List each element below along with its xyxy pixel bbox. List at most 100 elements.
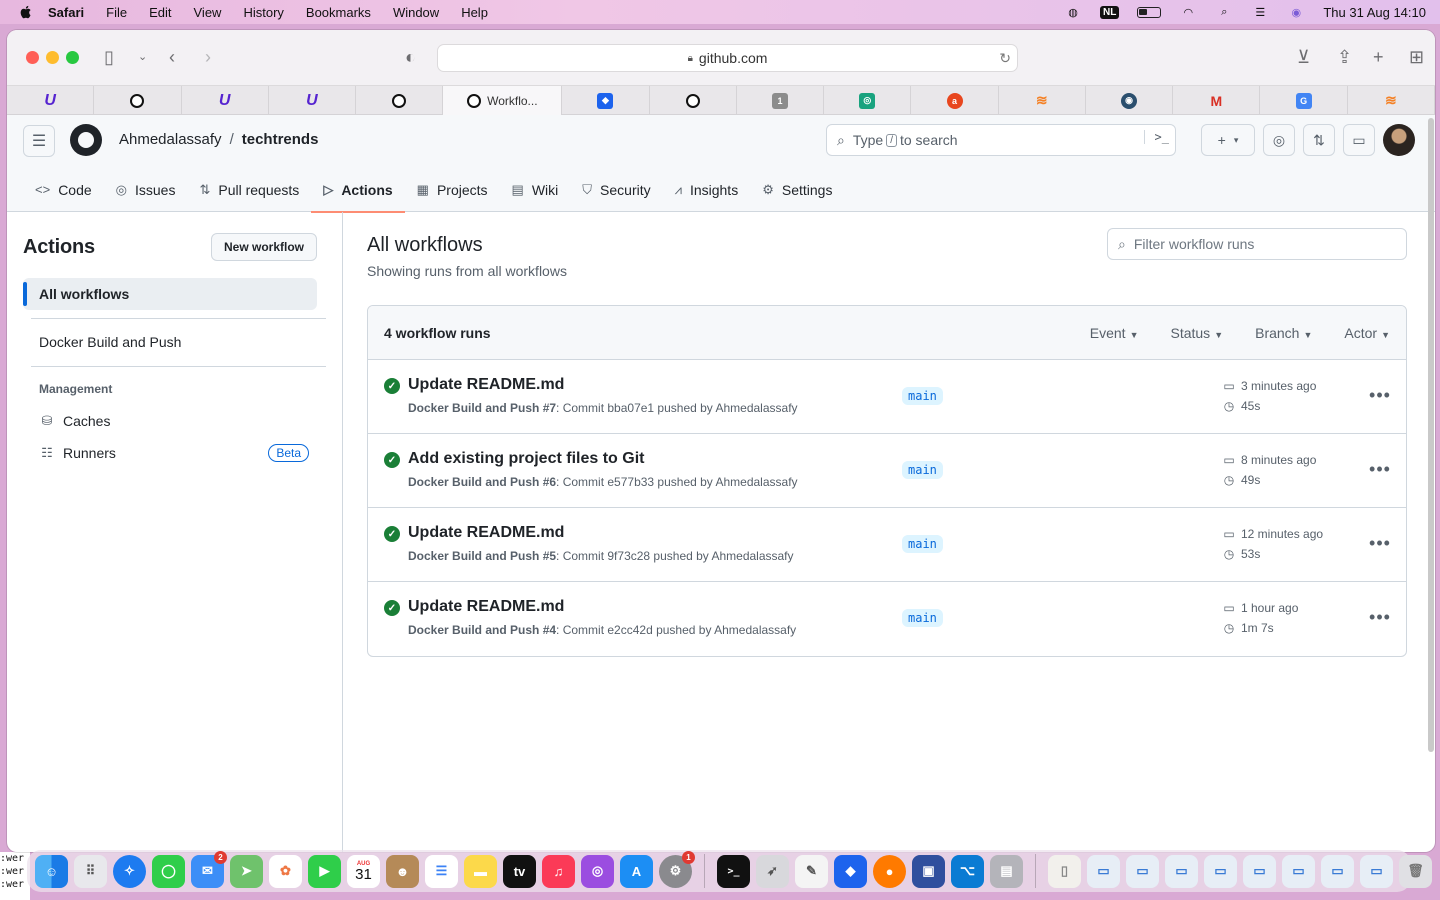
- podcasts-icon[interactable]: ◎: [581, 854, 614, 888]
- tab-projects[interactable]: ▦ Projects: [405, 167, 500, 212]
- tab-workflows-active[interactable]: Workflo...: [443, 86, 563, 115]
- minimize-window-button[interactable]: [46, 51, 59, 64]
- maps-icon[interactable]: ➤: [230, 854, 263, 888]
- vscode-icon[interactable]: ⌥: [951, 854, 984, 888]
- status-filter-dropdown[interactable]: Status ▼: [1170, 325, 1223, 341]
- preview-icon[interactable]: ▤: [990, 854, 1023, 888]
- battery-icon[interactable]: [1137, 6, 1162, 18]
- mail-icon[interactable]: ✉ 2: [191, 850, 227, 888]
- table-row[interactable]: ✓ Update README.md Docker Build and Push…: [368, 582, 1406, 656]
- command-palette-icon[interactable]: >_: [1143, 130, 1169, 144]
- table-row[interactable]: ✓ Update README.md Docker Build and Push…: [368, 508, 1406, 582]
- tab-chatgpt[interactable]: ◎: [824, 86, 912, 115]
- breadcrumb-owner[interactable]: Ahmedalassafy: [119, 131, 222, 148]
- branch-label[interactable]: main: [902, 461, 943, 479]
- finder-icon[interactable]: ☺: [35, 854, 68, 888]
- privacy-report-icon[interactable]: ◐: [405, 47, 416, 67]
- menu-history[interactable]: History: [243, 5, 283, 20]
- table-row[interactable]: ✓ Add existing project files to Git Dock…: [368, 434, 1406, 508]
- hamburger-menu-icon[interactable]: ☰: [23, 125, 55, 157]
- pull-requests-button[interactable]: ⇅: [1303, 124, 1335, 156]
- sidebar-item-runners[interactable]: ☷ Runners Beta: [23, 437, 317, 469]
- sidebar-toggle-icon[interactable]: ▯: [104, 47, 114, 67]
- tab-stackoverflow[interactable]: ≋: [999, 86, 1086, 115]
- page-scrollbar[interactable]: [1428, 118, 1434, 752]
- menu-view[interactable]: View: [194, 5, 222, 20]
- siri-icon[interactable]: ◉: [1287, 5, 1305, 19]
- kebab-menu-icon[interactable]: •••: [1368, 605, 1392, 629]
- branch-filter-dropdown[interactable]: Branch ▼: [1255, 325, 1312, 341]
- avatar[interactable]: [1383, 124, 1415, 156]
- menu-file[interactable]: File: [106, 5, 127, 20]
- tab-overview-icon[interactable]: ⊞: [1409, 47, 1424, 67]
- sidebar-item-all-workflows[interactable]: All workflows: [23, 278, 317, 310]
- tab-code[interactable]: <> Code: [23, 167, 104, 212]
- branch-label[interactable]: main: [902, 535, 943, 553]
- downloads-icon[interactable]: ⊻: [1297, 47, 1310, 67]
- apple-tv-icon[interactable]: tv: [503, 854, 536, 888]
- screen-time-icon[interactable]: ◍: [1064, 5, 1082, 19]
- virtualbox-icon[interactable]: ▣: [912, 854, 945, 888]
- trash-icon[interactable]: 🗑︎: [1399, 854, 1432, 888]
- github-logo-icon[interactable]: [70, 124, 102, 156]
- notes-icon[interactable]: ▬: [464, 854, 497, 888]
- tab-1password[interactable]: 1: [737, 86, 825, 115]
- window-thumbnail-icon[interactable]: ▭: [1282, 854, 1315, 888]
- share-icon[interactable]: ⇪: [1337, 47, 1352, 67]
- app-store-icon[interactable]: A: [620, 854, 653, 888]
- tab-settings[interactable]: ⚙ Settings: [750, 167, 844, 212]
- global-search-input[interactable]: ⌕ Type / to search >_: [826, 124, 1176, 156]
- menubar-clock[interactable]: Thu 31 Aug 14:10: [1323, 5, 1426, 20]
- kebab-menu-icon[interactable]: •••: [1368, 531, 1392, 555]
- address-bar[interactable]: 🔒︎ github.com ↻: [437, 44, 1018, 72]
- launchpad-icon[interactable]: ⠿: [74, 854, 107, 888]
- docker-icon[interactable]: ◆: [834, 854, 867, 888]
- kebab-menu-icon[interactable]: •••: [1368, 457, 1392, 481]
- window-thumbnail-icon[interactable]: ▭: [1204, 854, 1237, 888]
- kebab-menu-icon[interactable]: •••: [1368, 383, 1392, 407]
- spotlight-icon[interactable]: ⌕: [1215, 5, 1233, 19]
- menu-window[interactable]: Window: [393, 5, 439, 20]
- tab-udemy[interactable]: U: [7, 86, 95, 115]
- new-tab-icon[interactable]: +: [1373, 47, 1384, 67]
- tab-github[interactable]: [650, 86, 737, 115]
- back-icon[interactable]: ‹: [169, 47, 175, 67]
- tab-insights[interactable]: ⩘ Insights: [663, 167, 751, 212]
- tab-github[interactable]: [94, 86, 182, 115]
- control-center-icon[interactable]: ☰: [1251, 5, 1269, 19]
- run-title-link[interactable]: Add existing project files to Git: [408, 450, 644, 468]
- run-title-link[interactable]: Update README.md: [408, 376, 564, 394]
- contacts-icon[interactable]: ☻: [386, 854, 419, 888]
- inbox-button[interactable]: ▭: [1343, 124, 1375, 156]
- firefox-icon[interactable]: ●: [873, 854, 906, 888]
- facetime-icon[interactable]: ▶: [308, 854, 341, 888]
- menu-bookmarks[interactable]: Bookmarks: [306, 5, 371, 20]
- tab-github[interactable]: [356, 86, 444, 115]
- menu-app-name[interactable]: Safari: [48, 5, 84, 20]
- safari-icon[interactable]: ✧: [113, 854, 146, 888]
- tab-udemy[interactable]: U: [182, 86, 269, 115]
- run-title-link[interactable]: Update README.md: [408, 524, 564, 542]
- photos-icon[interactable]: ✿: [269, 854, 302, 888]
- reminders-icon[interactable]: ☰: [425, 854, 458, 888]
- issues-button[interactable]: ◎: [1263, 124, 1295, 156]
- input-source-badge[interactable]: NL: [1100, 5, 1120, 19]
- window-thumbnail-icon[interactable]: ▭: [1360, 854, 1393, 888]
- tab-udemy[interactable]: U: [269, 86, 357, 115]
- new-workflow-button[interactable]: New workflow: [211, 233, 318, 261]
- tab-stackoverflow[interactable]: ≋: [1348, 86, 1435, 115]
- close-window-button[interactable]: [26, 51, 39, 64]
- tab-translate[interactable]: G: [1260, 86, 1348, 115]
- calendar-icon[interactable]: AUG 31: [347, 854, 380, 888]
- breadcrumb-repo[interactable]: techtrends: [242, 131, 319, 148]
- tab-gmail[interactable]: M: [1173, 86, 1261, 115]
- rocket-icon[interactable]: ➶: [756, 854, 789, 888]
- menu-edit[interactable]: Edit: [149, 5, 171, 20]
- terminal-icon[interactable]: >_: [717, 854, 750, 888]
- event-filter-dropdown[interactable]: Event ▼: [1090, 325, 1139, 341]
- chevron-down-icon[interactable]: ⌄: [138, 47, 147, 67]
- run-title-link[interactable]: Update README.md: [408, 598, 564, 616]
- tab-ask[interactable]: a: [911, 86, 999, 115]
- wifi-icon[interactable]: ◠: [1179, 5, 1197, 19]
- create-new-button[interactable]: + ▾: [1201, 124, 1255, 156]
